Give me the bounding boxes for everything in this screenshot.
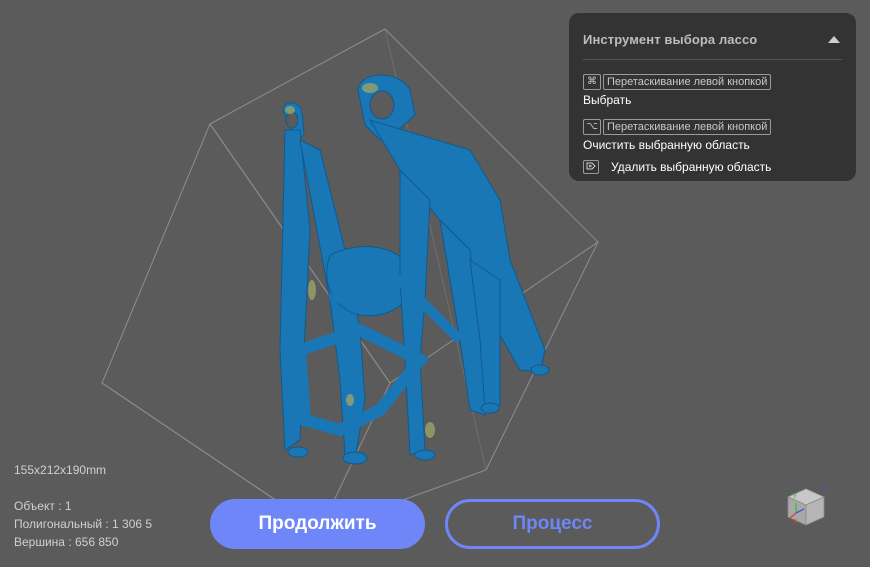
clear-shortcut: ⌥ Перетаскивание левой кнопкой	[583, 119, 842, 135]
object-count: Объект : 1	[14, 499, 72, 513]
polygon-count: Полигональный : 1 306 5	[14, 517, 153, 531]
delete-selection-row[interactable]: Удалить выбранную область	[583, 160, 842, 174]
command-key-icon: ⌘	[583, 74, 601, 90]
panel-title: Инструмент выбора лассо	[583, 31, 758, 47]
model-dimensions: 155x212x190mm	[14, 463, 107, 477]
clear-selection-label: Очистить выбранную область	[583, 138, 750, 152]
svg-text:x: x	[793, 517, 797, 525]
view-cube-icon[interactable]: y z x	[780, 483, 834, 531]
left-drag-key-label: Перетаскивание левой кнопкой	[603, 74, 772, 90]
panel-header: Инструмент выбора лассо	[583, 19, 842, 60]
select-shortcut: ⌘ Перетаскивание левой кнопкой	[583, 74, 842, 90]
3d-model	[279, 74, 550, 465]
option-key-icon: ⌥	[583, 119, 601, 135]
svg-text:y: y	[793, 491, 797, 499]
process-button[interactable]: Процесс	[445, 499, 660, 549]
svg-text:z: z	[823, 485, 827, 493]
lasso-tool-panel: Инструмент выбора лассо ⌘ Перетаскивание…	[569, 13, 856, 181]
collapse-triangle-icon[interactable]	[828, 35, 840, 43]
left-drag-key-label: Перетаскивание левой кнопкой	[603, 119, 772, 135]
vertex-count: Вершина : 656 850	[14, 535, 119, 549]
select-action-label: Выбрать	[583, 93, 632, 107]
continue-button[interactable]: Продолжить	[210, 499, 425, 549]
delete-key-icon	[583, 160, 599, 174]
delete-selection-label: Удалить выбранную область	[611, 160, 772, 174]
